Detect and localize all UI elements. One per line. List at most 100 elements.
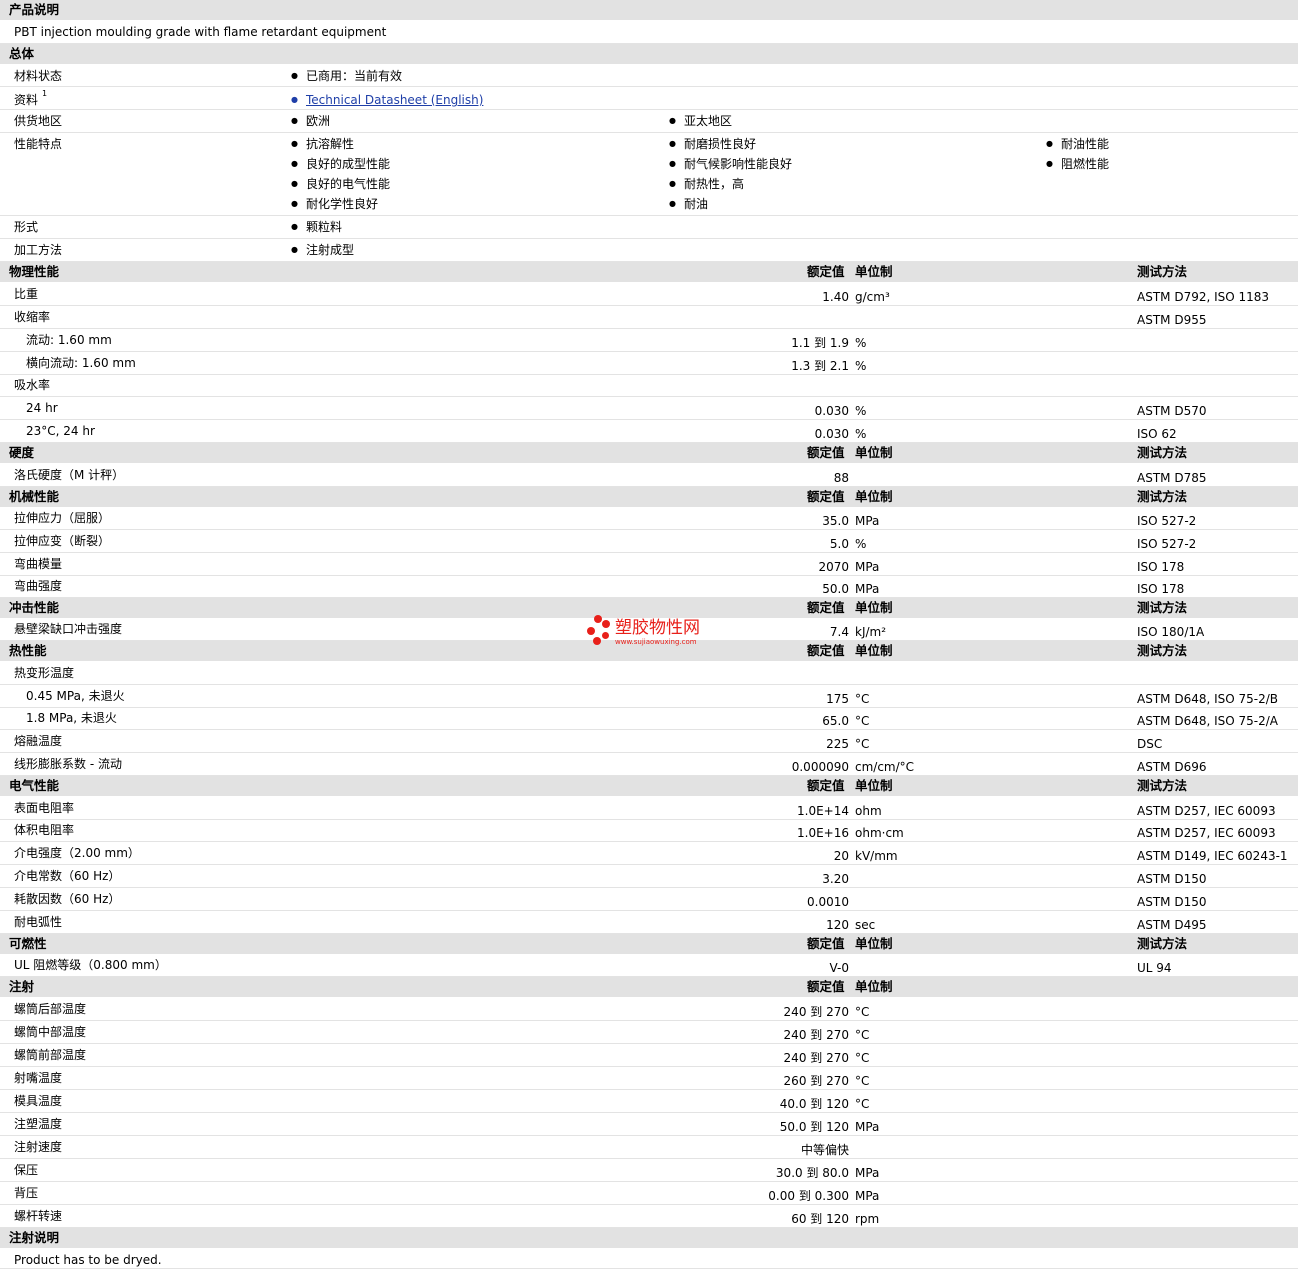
- property-value: 240 到 270: [783, 1051, 849, 1065]
- test-method: ASTM D570: [1137, 404, 1207, 418]
- description-row: PBT injection moulding grade with flame …: [0, 21, 1298, 44]
- column-header-nominal: 额定值: [807, 979, 845, 994]
- property-row: 耐电弧性 120 sec ASTM D495: [0, 911, 1298, 934]
- logo-dot: [594, 615, 602, 623]
- property-row: 注塑温度 50.0 到 120 MPa: [0, 1113, 1298, 1136]
- property-unit: sec: [855, 918, 876, 932]
- technical-datasheet-link[interactable]: Technical Datasheet (English): [291, 92, 483, 108]
- property-label: 23°C, 24 hr: [26, 424, 95, 438]
- logo-dot: [602, 620, 610, 628]
- property-row: 拉伸应变（断裂） 5.0% ISO 527-2: [0, 530, 1298, 553]
- property-row: 线形膨胀系数 - 流动 0.000090 cm/cm/°C ASTM D696: [0, 753, 1298, 776]
- property-row: 螺筒后部温度 240 到 270 °C: [0, 998, 1298, 1021]
- column-header-method: 测试方法: [1137, 264, 1188, 279]
- property-row: 流动: 1.60 mm 1.1 到 1.9%: [0, 329, 1298, 352]
- property-label: 注射速度: [14, 1140, 63, 1154]
- property-row: 弯曲强度 50.0 MPa ISO 178: [0, 576, 1298, 598]
- column-header-method: 测试方法: [1137, 936, 1188, 951]
- feature-item: 耐气候影响性能良好: [669, 156, 792, 172]
- property-value: 88: [833, 471, 849, 485]
- property-value: 50.0: [822, 582, 849, 596]
- property-row: 熔融温度 225 °C DSC: [0, 730, 1298, 753]
- property-unit: g/cm³: [855, 290, 890, 304]
- material-status-value: 已商用：当前有效: [291, 68, 402, 84]
- property-row: 热变形温度: [0, 662, 1298, 685]
- watermark-url: www.sujiaowuxing.com: [615, 638, 697, 646]
- property-row: 耗散因数（60 Hz） 0.0010 ASTM D150: [0, 888, 1298, 911]
- property-label: 弯曲模量: [14, 557, 63, 571]
- section-header-injection-notes: 注射说明: [0, 1228, 1298, 1249]
- property-value: 30.0 到 80.0: [775, 1166, 849, 1180]
- property-unit: kJ/m²: [855, 625, 887, 639]
- property-label: 表面电阻率: [14, 801, 75, 815]
- property-row: 0.45 MPa, 未退火 175 °C ASTM D648, ISO 75-2/B: [0, 685, 1298, 708]
- property-unit: cm/cm/°C: [855, 760, 915, 774]
- property-unit: MPa: [855, 514, 880, 528]
- section-header-hardness: 硬度 额定值 单位制 测试方法: [0, 443, 1298, 464]
- property-unit: %: [855, 427, 867, 441]
- property-row: 1.8 MPa, 未退火 65.0 °C ASTM D648, ISO 75-2/A: [0, 708, 1298, 730]
- property-value: 2070: [818, 560, 849, 574]
- property-unit: rpm: [855, 1212, 880, 1226]
- property-label: 耗散因数（60 Hz）: [14, 892, 121, 906]
- column-header-unit: 单位制: [855, 936, 893, 951]
- property-row: 体积电阻率 1.0E+16 ohm·cm ASTM D257, IEC 60093: [0, 820, 1298, 842]
- logo-dot: [587, 627, 595, 635]
- section-heading: 硬度: [9, 445, 35, 460]
- property-unit: %: [855, 404, 867, 418]
- property-value: 175: [826, 692, 849, 706]
- processing-row: 加工方法 注射成型: [0, 239, 1298, 262]
- feature-item: 耐油性能: [1046, 136, 1109, 152]
- column-header-nominal: 额定值: [807, 445, 845, 460]
- property-row: 螺筒中部温度 240 到 270 °C: [0, 1021, 1298, 1044]
- test-method: ASTM D150: [1137, 872, 1207, 886]
- features-row: 性能特点 抗溶解性良好的成型性能良好的电气性能耐化学性良好 耐磨损性良好耐气候影响性…: [0, 133, 1298, 216]
- property-label: 横向流动: 1.60 mm: [26, 356, 136, 370]
- material-status-row: 材料状态 已商用：当前有效: [0, 65, 1298, 87]
- property-label: 螺筒前部温度: [14, 1048, 87, 1062]
- feature-item: 耐化学性良好: [291, 196, 378, 212]
- property-value: 1.0E+14: [797, 804, 849, 818]
- documents-label: 资料: [14, 93, 39, 107]
- property-label: 介电常数（60 Hz）: [14, 869, 121, 883]
- property-row: UL 阻燃等级（0.800 mm） V-0 UL 94: [0, 955, 1298, 977]
- section-heading: 机械性能: [9, 489, 60, 504]
- property-value: 225: [826, 737, 849, 751]
- test-method: ASTM D648, ISO 75-2/B: [1137, 692, 1279, 706]
- property-unit: °C: [855, 1097, 870, 1111]
- test-method: ASTM D696: [1137, 760, 1207, 774]
- property-label: 螺杆转速: [14, 1209, 63, 1223]
- property-label: 介电强度（2.00 mm）: [14, 846, 140, 860]
- section-heading: 冲击性能: [9, 600, 60, 615]
- column-header-method: 测试方法: [1137, 643, 1188, 658]
- availability-label: 供货地区: [14, 114, 63, 128]
- property-label: 体积电阻率: [14, 823, 75, 837]
- test-method: DSC: [1137, 737, 1163, 751]
- property-label: 螺筒后部温度: [14, 1002, 87, 1016]
- property-unit: °C: [855, 692, 870, 706]
- property-row: 模具温度 40.0 到 120 °C: [0, 1090, 1298, 1113]
- property-row: 横向流动: 1.60 mm 1.3 到 2.1%: [0, 352, 1298, 375]
- property-label: 线形膨胀系数 - 流动: [14, 757, 122, 771]
- section-heading: 注射: [9, 979, 35, 994]
- test-method: ASTM D648, ISO 75-2/A: [1137, 714, 1278, 728]
- property-row: 注射速度 中等偏快: [0, 1136, 1298, 1159]
- test-method: ASTM D495: [1137, 918, 1207, 932]
- feature-item: 阻燃性能: [1046, 156, 1109, 172]
- property-value: V-0: [829, 961, 849, 975]
- test-method: ISO 180/1A: [1137, 625, 1205, 639]
- form-row: 形式 颗粒料: [0, 216, 1298, 239]
- column-header-unit: 单位制: [855, 264, 893, 279]
- test-method: ISO 178: [1137, 560, 1185, 574]
- test-method: ISO 178: [1137, 582, 1185, 596]
- property-unit: MPa: [855, 582, 880, 596]
- property-unit: MPa: [855, 1189, 880, 1203]
- property-label: 24 hr: [26, 401, 58, 415]
- section-heading: 热性能: [9, 643, 47, 658]
- property-value: 240 到 270: [783, 1005, 849, 1019]
- watermark-logo: 塑胶物性网 www.sujiaowuxing.com: [586, 614, 716, 650]
- feature-item: 良好的成型性能: [291, 156, 390, 172]
- form-value: 颗粒料: [291, 219, 342, 235]
- property-unit: %: [855, 537, 867, 551]
- property-label: 热变形温度: [14, 666, 75, 680]
